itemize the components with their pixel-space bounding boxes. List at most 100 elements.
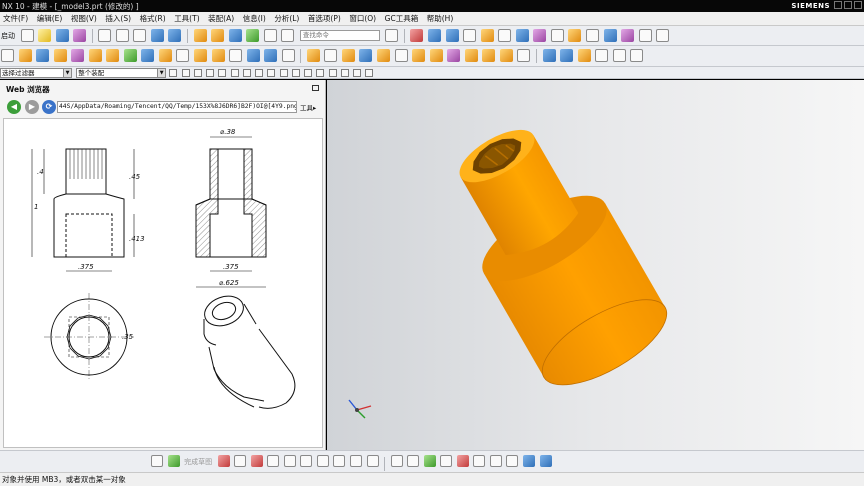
snap-existing-icon[interactable] — [255, 69, 264, 77]
undo-icon[interactable] — [150, 29, 164, 42]
save-as-icon[interactable] — [73, 29, 87, 42]
menu-preferences[interactable]: 首选项(P) — [305, 12, 344, 26]
blend-icon[interactable] — [88, 49, 102, 62]
sweep-icon[interactable] — [482, 49, 496, 62]
section-view-icon[interactable] — [515, 29, 529, 42]
boss-icon[interactable] — [377, 49, 391, 62]
thicken-icon[interactable] — [595, 49, 609, 62]
menu-edit[interactable]: 编辑(E) — [34, 12, 66, 26]
new-icon[interactable] — [20, 29, 34, 42]
pocket-icon[interactable] — [394, 49, 408, 62]
render-style-icon[interactable] — [480, 29, 494, 42]
mirror-icon[interactable] — [176, 49, 190, 62]
selection-scope-dropdown[interactable]: 整个装配 ▼ — [76, 68, 167, 78]
sketch-icon[interactable] — [263, 29, 277, 42]
menu-analysis[interactable]: 分析(L) — [271, 12, 302, 26]
datum-icon[interactable] — [281, 29, 295, 42]
revolve-icon[interactable] — [211, 29, 225, 42]
panel-maximize-icon[interactable] — [312, 85, 319, 91]
rectangle-icon[interactable] — [316, 455, 329, 467]
snap-plus-icon[interactable] — [328, 69, 337, 77]
orient-view-icon[interactable] — [498, 29, 512, 42]
rib-icon[interactable] — [447, 49, 461, 62]
fillet-icon[interactable] — [283, 455, 296, 467]
snap-on-curve-icon[interactable] — [267, 69, 276, 77]
edit-feature-icon[interactable] — [630, 49, 644, 62]
hide-icon[interactable] — [603, 29, 617, 42]
thread-icon[interactable] — [194, 49, 208, 62]
cylinder-icon[interactable] — [324, 49, 338, 62]
shaded-icon[interactable] — [445, 29, 459, 42]
analysis-icon[interactable] — [568, 29, 582, 42]
tube-icon[interactable] — [499, 49, 513, 62]
snap-tangent-icon[interactable] — [291, 69, 300, 77]
back-icon[interactable]: ◀ — [7, 100, 21, 114]
paste-icon[interactable] — [133, 29, 147, 42]
menu-window[interactable]: 窗口(O) — [346, 12, 379, 26]
quick-extend-icon[interactable] — [407, 455, 420, 467]
show-constraints-icon[interactable] — [489, 455, 502, 467]
redo-icon[interactable] — [168, 29, 182, 42]
url-input[interactable]: 44S/AppData/Roaming/Tencent/QQ/Temp/153X… — [57, 101, 297, 113]
subtract-icon[interactable] — [53, 49, 67, 62]
search-icon[interactable] — [385, 29, 399, 42]
layer-icon[interactable] — [533, 29, 547, 42]
sketch-icon[interactable] — [1, 49, 14, 62]
filter-reset-icon[interactable] — [169, 69, 178, 77]
sketch-settings-icon[interactable] — [539, 455, 552, 467]
menu-insert[interactable]: 插入(S) — [102, 12, 134, 26]
cut-icon[interactable] — [98, 29, 112, 42]
snap-control-icon[interactable] — [206, 69, 215, 77]
curve-icon[interactable] — [517, 49, 531, 62]
slot-icon[interactable] — [412, 49, 426, 62]
show-icon[interactable] — [621, 29, 635, 42]
groove-icon[interactable] — [429, 49, 443, 62]
selection-filter-dropdown[interactable]: 选择过滤器 ▼ — [0, 68, 72, 78]
geometric-constraint-icon[interactable] — [473, 455, 486, 467]
rapid-dimension-icon[interactable] — [456, 455, 469, 467]
finish-sketch-button[interactable]: 完成草图 — [184, 457, 212, 467]
circle-icon[interactable] — [267, 455, 280, 467]
fit-view-icon[interactable] — [410, 29, 424, 42]
point-icon[interactable] — [350, 455, 363, 467]
snap-quadrant-icon[interactable] — [242, 69, 251, 77]
snap-cross-icon[interactable] — [352, 69, 361, 77]
snap-circle-icon[interactable] — [304, 69, 313, 77]
chamfer-icon[interactable] — [300, 455, 313, 467]
forward-icon[interactable]: ▶ — [25, 100, 39, 114]
close-icon[interactable] — [854, 1, 862, 9]
mirror-curve-icon[interactable] — [440, 455, 453, 467]
view-triad-icon[interactable] — [348, 399, 372, 419]
snap-point-icon[interactable] — [316, 69, 325, 77]
convert-reference-icon[interactable] — [523, 455, 536, 467]
grid-icon[interactable] — [656, 29, 670, 42]
ruler-icon[interactable] — [638, 29, 652, 42]
draft-icon[interactable] — [141, 49, 155, 62]
snap-grid-icon[interactable] — [340, 69, 349, 77]
sketch-icon[interactable] — [151, 455, 163, 467]
pattern-icon[interactable] — [158, 49, 172, 62]
intersect-icon[interactable] — [71, 49, 85, 62]
block-icon[interactable] — [306, 49, 320, 62]
shell-icon[interactable] — [123, 49, 137, 62]
rotate-icon[interactable] — [428, 29, 442, 42]
hole-icon[interactable] — [228, 29, 242, 42]
chamfer-icon[interactable] — [106, 49, 120, 62]
menu-info[interactable]: 信息(I) — [240, 12, 269, 26]
arc-icon[interactable] — [250, 455, 263, 467]
split-body-icon[interactable] — [229, 49, 243, 62]
graphics-viewport[interactable] — [327, 80, 864, 450]
menu-view[interactable]: 视图(V) — [68, 12, 100, 26]
delete-face-icon[interactable] — [281, 49, 295, 62]
snap-intersect-icon[interactable] — [218, 69, 227, 77]
sew-icon[interactable] — [577, 49, 591, 62]
finish-sketch-icon[interactable] — [167, 455, 180, 467]
snap-center-icon[interactable] — [230, 69, 239, 77]
offset-face-icon[interactable] — [246, 49, 260, 62]
boolean-icon[interactable] — [246, 29, 260, 42]
menu-help[interactable]: 帮助(H) — [424, 12, 457, 26]
offset-curve-icon[interactable] — [366, 455, 379, 467]
wireframe-icon[interactable] — [463, 29, 477, 42]
snap-end-icon[interactable] — [181, 69, 190, 77]
command-search-input[interactable]: 查找命令 — [299, 30, 380, 41]
